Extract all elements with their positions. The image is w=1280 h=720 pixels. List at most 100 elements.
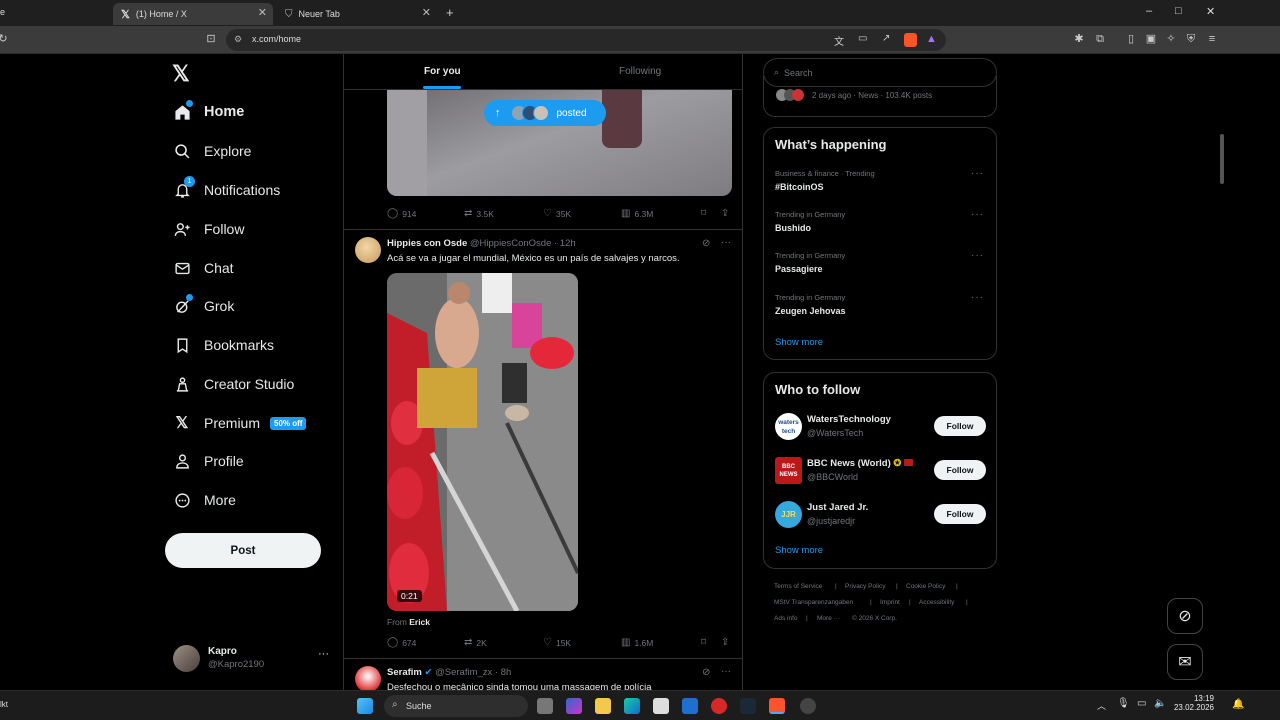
messages-fab-button[interactable]: ✉ xyxy=(1167,644,1203,680)
share-button[interactable]: ⇪ xyxy=(721,208,733,219)
taskbar-search[interactable]: ⌕ Suche xyxy=(384,695,528,717)
scrollbar-thumb[interactable] xyxy=(1220,134,1224,184)
new-tab-button[interactable]: + xyxy=(446,5,454,20)
share-icon[interactable]: ↗ xyxy=(882,33,890,44)
avatar[interactable] xyxy=(355,666,381,690)
show-more-link[interactable]: Show more xyxy=(775,545,823,556)
trend-more-icon[interactable]: ··· xyxy=(971,292,984,303)
repost-button[interactable]: ⇄ 3.5K xyxy=(464,208,494,219)
nav-profile[interactable]: Profile xyxy=(172,448,244,474)
trend-more-icon[interactable]: ··· xyxy=(971,209,984,220)
clock[interactable]: 13:19 23.02.2026 xyxy=(1172,694,1214,712)
post-author[interactable]: Serafim ✔ @Serafim_zx · 8h xyxy=(387,667,511,678)
trend-item[interactable]: Trending in Germany Bushido ··· xyxy=(764,207,996,242)
tray-chevron-icon[interactable]: ︿ xyxy=(1097,699,1106,712)
share-button[interactable]: ⇪ xyxy=(721,637,733,648)
ads-info-link[interactable]: Ads info xyxy=(774,615,798,622)
chatgpt-icon[interactable] xyxy=(800,698,816,714)
repost-button[interactable]: ⇄ 2K xyxy=(464,637,487,648)
reply-button[interactable]: ◯ 674 xyxy=(387,637,416,648)
site-settings-icon[interactable]: ⚙ xyxy=(234,34,242,45)
tab-new-tab[interactable]: ⛉ Neuer Tab ✕ xyxy=(277,3,437,25)
post-video[interactable]: 0:21 xyxy=(387,273,578,611)
post-button[interactable]: Post xyxy=(165,533,321,568)
url-text[interactable]: x.com/home xyxy=(252,34,301,44)
grok-explain-icon[interactable]: ⊘ xyxy=(702,238,710,249)
privacy-link[interactable]: Privacy Policy xyxy=(845,583,885,590)
copilot-icon[interactable] xyxy=(566,698,582,714)
nav-follow[interactable]: Follow xyxy=(172,216,244,242)
reply-button[interactable]: ◯ 914 xyxy=(387,208,416,219)
follow-suggestion[interactable]: JJR Just Jared Jr. @justjaredjr Follow xyxy=(764,499,996,535)
mail-app-icon[interactable] xyxy=(682,698,698,714)
screenshot-icon[interactable]: ⧉ xyxy=(1093,32,1107,46)
imprint-link[interactable]: Imprint xyxy=(880,599,900,606)
page-scrollbar[interactable] xyxy=(1218,54,1226,690)
new-posts-pill[interactable]: ↑ posted xyxy=(484,100,606,126)
more-link[interactable]: More ··· xyxy=(817,615,840,622)
nav-more[interactable]: More xyxy=(172,487,236,513)
nav-grok[interactable]: Grok xyxy=(172,293,234,319)
grok-fab-button[interactable]: ⊘ xyxy=(1167,598,1203,634)
views-button[interactable]: ▥ 6.3M xyxy=(621,208,653,219)
follow-suggestion[interactable]: waters tech WatersTechnology @WatersTech… xyxy=(764,411,996,447)
post-more-icon[interactable]: ··· xyxy=(721,666,731,677)
restore-button[interactable]: □ xyxy=(1175,5,1182,17)
trend-item[interactable]: Business & finance · Trending #BitcoinOS… xyxy=(764,166,996,201)
brave-rewards-icon[interactable]: ▲ xyxy=(926,33,937,45)
close-tab-icon[interactable]: ✕ xyxy=(422,6,431,19)
menu-icon[interactable]: ≡ xyxy=(1205,32,1219,46)
trend-item[interactable]: Trending in Germany Passagiere ··· xyxy=(764,248,996,283)
trend-item[interactable]: Trending in Germany Zeugen Jehovas ··· xyxy=(764,290,996,325)
follow-button[interactable]: Follow xyxy=(934,416,986,436)
tab-following[interactable]: Following xyxy=(619,66,661,77)
translate-icon[interactable]: 文 xyxy=(834,33,844,48)
volume-icon[interactable]: 🔈 xyxy=(1154,698,1166,709)
bookmark-button[interactable]: ⌑ xyxy=(701,208,710,219)
accessibility-link[interactable]: Accessibility xyxy=(919,599,954,606)
tab-home-x[interactable]: 𝕏 (1) Home / X ✕ xyxy=(113,3,273,25)
store-icon[interactable] xyxy=(653,698,669,714)
views-button[interactable]: ▥ 1.6M xyxy=(621,637,653,648)
nav-premium[interactable]: 𝕏 Premium 50% off xyxy=(172,410,307,436)
cookie-link[interactable]: Cookie Policy xyxy=(906,583,945,590)
microphone-icon[interactable]: 🎙 xyxy=(1117,698,1130,709)
task-view-icon[interactable] xyxy=(537,698,553,714)
follow-button[interactable]: Follow xyxy=(934,460,986,480)
notification-bell-icon[interactable]: 🔔 xyxy=(1232,699,1244,710)
show-more-link[interactable]: Show more xyxy=(775,337,823,348)
x-logo-icon[interactable]: 𝕏 xyxy=(172,61,190,87)
brave-shield-icon[interactable] xyxy=(904,33,917,47)
nav-bookmarks[interactable]: Bookmarks xyxy=(172,332,274,358)
minimize-button[interactable]: – xyxy=(1146,5,1152,17)
post-more-icon[interactable]: ··· xyxy=(721,237,731,248)
account-more-icon[interactable]: ··· xyxy=(318,648,329,660)
start-icon[interactable] xyxy=(357,698,373,714)
url-box[interactable]: ⚙ x.com/home 文 ▭ ↗ ▲ xyxy=(226,29,946,51)
nav-notifications[interactable]: 1 Notifications xyxy=(172,176,280,203)
wallet-icon[interactable]: ▣ xyxy=(1144,32,1158,46)
nav-home[interactable]: Home xyxy=(172,99,244,125)
post-author[interactable]: Hippies con Osde @HippiesConOsde · 12h xyxy=(387,238,576,249)
file-explorer-icon[interactable] xyxy=(595,698,611,714)
news-snippet-card[interactable]: 2 days ago · News · 103.4K posts xyxy=(763,76,997,117)
sidebar-icon[interactable]: ▯ xyxy=(1124,32,1138,46)
vpn-icon[interactable]: ⛨ xyxy=(1184,32,1198,46)
bookmark-page-icon[interactable]: ⊡ xyxy=(204,32,218,46)
red-app-icon[interactable] xyxy=(711,698,727,714)
network-icon[interactable]: ▭ xyxy=(1137,698,1146,709)
partial-tab-fragment[interactable]: e xyxy=(0,7,5,17)
reload-icon[interactable]: ↻ xyxy=(0,32,10,46)
bookmark-button[interactable]: ⌑ xyxy=(701,637,710,648)
tab-for-you[interactable]: For you xyxy=(424,66,461,77)
cast-icon[interactable]: ▭ xyxy=(858,33,867,44)
nav-creator-studio[interactable]: Creator Studio xyxy=(172,371,294,397)
nav-explore[interactable]: Explore xyxy=(172,138,251,164)
grok-explain-icon[interactable]: ⊘ xyxy=(702,667,710,678)
trend-more-icon[interactable]: ··· xyxy=(971,250,984,261)
leo-ai-icon[interactable]: ✧ xyxy=(1164,32,1178,46)
follow-suggestion[interactable]: BBC NEWS BBC News (World) ✪ @BBCWorld Fo… xyxy=(764,455,996,491)
nav-chat[interactable]: Chat xyxy=(172,255,234,281)
follow-button[interactable]: Follow xyxy=(934,504,986,524)
brave-taskbar-icon[interactable] xyxy=(769,698,785,714)
